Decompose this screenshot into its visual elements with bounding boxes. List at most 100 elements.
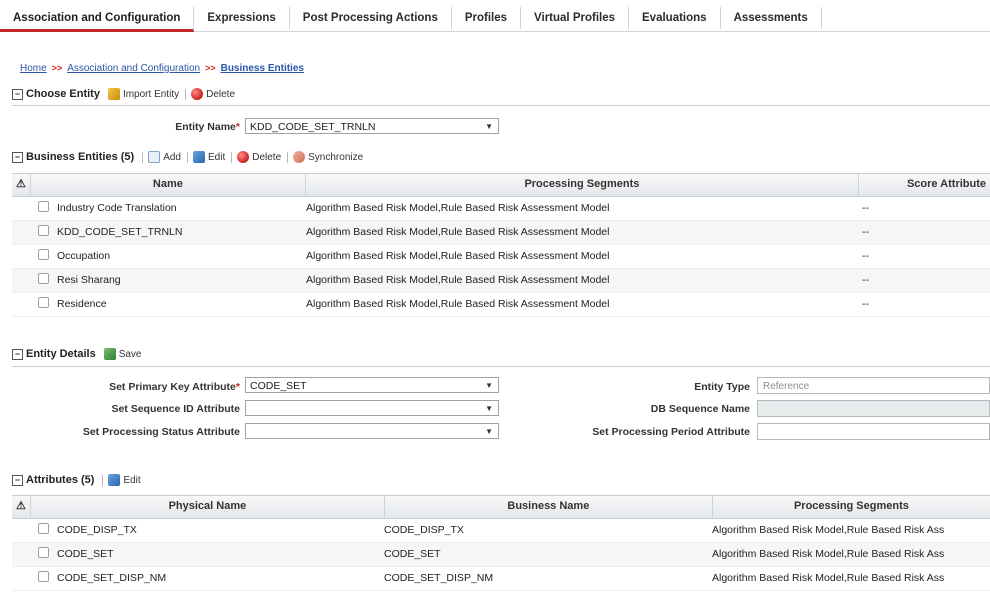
sort-icon[interactable]: ⚠ (12, 174, 31, 196)
row-checkbox[interactable] (38, 201, 49, 212)
collapse-toggle-icon[interactable]: − (12, 348, 23, 360)
cell-processing-segments: Algorithm Based Risk Model,Rule Based Ri… (306, 250, 610, 262)
table-row[interactable]: CODE_DISP_TX CODE_DISP_TX Algorithm Based … (12, 519, 990, 543)
edit-button[interactable]: Edit (193, 151, 225, 163)
processing-period-label: Set Processing Period Attribute (592, 426, 750, 438)
table-row[interactable]: KDD_CODE_SET_TRNLN Algorithm Based Risk M… (12, 221, 990, 245)
grid-header: ⚠ Physical Name Business Name Processing… (12, 495, 990, 519)
edit-button[interactable]: Edit (108, 474, 141, 486)
physical-name: CODE_DISP_TX (57, 524, 137, 536)
tab-expressions[interactable]: Expressions (194, 7, 290, 29)
tab-virtual-profiles[interactable]: Virtual Profiles (521, 7, 630, 29)
cell-name: Residence (30, 293, 306, 316)
cell-score-attribute: -- (862, 298, 869, 310)
business-entities-toolbar: − Business Entities (5) Add Edit Delete … (12, 151, 369, 163)
physical-name: CODE_SET (57, 548, 114, 560)
entity-details-toolbar: − Entity Details Save (12, 348, 147, 360)
table-row[interactable]: CODE_SET_DISP_NM CODE_SET_DISP_NM Algorith… (12, 567, 990, 591)
row-checkbox[interactable] (38, 225, 49, 236)
add-icon (148, 151, 161, 163)
toolbar-divider (187, 151, 188, 163)
choose-entity-toolbar: − Choose Entity Import Entity Delete (12, 88, 241, 100)
physical-name: CODE_SET_DISP_NM (57, 572, 167, 584)
breadcrumb-association-configuration[interactable]: Association and Configuration (67, 63, 200, 74)
row-checkbox[interactable] (38, 571, 49, 582)
business-entities-grid: ⚠ Name Processing Segments Score Attribu… (12, 173, 990, 317)
cell-score-attribute: -- (862, 226, 869, 238)
cell-name: Resi Sharang (30, 269, 306, 292)
tab-bar: Association and Configuration Expression… (0, 0, 990, 32)
primary-key-select[interactable]: CODE_SET ▼ (245, 377, 499, 393)
row-checkbox[interactable] (38, 249, 49, 260)
collapse-toggle-icon[interactable]: − (12, 474, 23, 486)
delete-button[interactable]: Delete (237, 151, 281, 163)
cell-processing-segments: Algorithm Based Risk Model,Rule Based Ri… (306, 202, 610, 214)
cell-score-attribute: -- (862, 250, 869, 262)
entity-name-select[interactable]: KDD_CODE_SET_TRNLN ▼ (245, 118, 499, 134)
db-sequence-field[interactable] (757, 400, 990, 417)
tab-assessments[interactable]: Assessments (721, 7, 822, 29)
processing-status-label: Set Processing Status Attribute (82, 426, 240, 438)
tab-association-configuration[interactable]: Association and Configuration (0, 7, 195, 32)
synchronize-button[interactable]: Synchronize (293, 151, 363, 163)
cell-name: Occupation (30, 245, 306, 268)
cell-name: KDD_CODE_SET_TRNLN (30, 221, 306, 244)
tab-evaluations[interactable]: Evaluations (629, 7, 721, 29)
column-header-processing-segments[interactable]: Processing Segments (713, 496, 990, 518)
cell-processing-segments: Algorithm Based Risk Model,Rule Based Ri… (306, 274, 610, 286)
row-checkbox[interactable] (38, 273, 49, 284)
sequence-id-label: Set Sequence ID Attribute (111, 403, 240, 415)
save-button[interactable]: Save (103, 348, 141, 360)
tab-profiles[interactable]: Profiles (452, 7, 522, 29)
entity-name: Industry Code Translation (57, 202, 177, 214)
row-checkbox[interactable] (38, 297, 49, 308)
table-row[interactable]: Residence Algorithm Based Risk Model,Rule… (12, 293, 990, 317)
table-row[interactable]: Industry Code Translation Algorithm Based… (12, 197, 990, 221)
primary-key-label: Set Primary Key Attribute* (109, 381, 240, 393)
entity-type-field[interactable]: Reference (757, 377, 990, 394)
business-entities-title: Business Entities (5) (26, 151, 135, 163)
add-button[interactable]: Add (148, 151, 181, 163)
row-spacer (12, 245, 30, 268)
table-row[interactable]: Resi Sharang Algorithm Based Risk Model,R… (12, 269, 990, 293)
toolbar-divider (102, 474, 104, 486)
divider (12, 105, 990, 106)
cell-processing-segments: Algorithm Based Risk Model,Rule Based Ri… (712, 524, 945, 536)
breadcrumb-home[interactable]: Home (20, 63, 47, 74)
cell-score-attribute: -- (862, 202, 869, 214)
row-spacer (12, 293, 30, 316)
collapse-toggle-icon[interactable]: − (12, 88, 23, 100)
delete-icon (191, 88, 204, 100)
breadcrumb-current: Business Entities (220, 63, 304, 74)
table-row[interactable]: CODE_SET CODE_SET Algorithm Based Risk Mod… (12, 543, 990, 567)
sort-icon[interactable]: ⚠ (12, 496, 31, 518)
row-checkbox[interactable] (38, 547, 49, 558)
column-header-name[interactable]: Name (31, 174, 306, 196)
cell-physical-name: CODE_DISP_TX (30, 519, 384, 542)
tab-post-processing-actions[interactable]: Post Processing Actions (290, 7, 452, 29)
breadcrumb: Home >> Association and Configuration >> Bus… (20, 63, 304, 74)
sequence-id-select[interactable]: ▼ (245, 400, 499, 416)
column-header-score-attribute[interactable]: Score Attribute (859, 174, 990, 196)
delete-entity-button[interactable]: Delete (191, 88, 235, 100)
processing-period-field[interactable] (757, 423, 990, 440)
entity-name: KDD_CODE_SET_TRNLN (57, 226, 183, 238)
table-row[interactable]: Occupation Algorithm Based Risk Model,Rul… (12, 245, 990, 269)
import-entity-button[interactable]: Import Entity (107, 88, 179, 100)
cell-physical-name: CODE_SET_DISP_NM (30, 567, 384, 590)
choose-entity-title: Choose Entity (26, 88, 100, 100)
column-header-business-name[interactable]: Business Name (385, 496, 713, 518)
processing-status-select[interactable]: ▼ (245, 423, 499, 439)
import-icon (107, 88, 120, 100)
chevron-down-icon: ▼ (485, 404, 493, 413)
row-checkbox[interactable] (38, 523, 49, 534)
entity-name: Occupation (57, 250, 111, 262)
cell-name: Industry Code Translation (30, 197, 306, 220)
chevron-down-icon: ▼ (485, 427, 493, 436)
cell-score-attribute: -- (862, 274, 869, 286)
collapse-toggle-icon[interactable]: − (12, 151, 23, 163)
column-header-physical-name[interactable]: Physical Name (31, 496, 385, 518)
breadcrumb-separator: >> (205, 63, 216, 73)
row-spacer (12, 221, 30, 244)
column-header-processing-segments[interactable]: Processing Segments (306, 174, 859, 196)
